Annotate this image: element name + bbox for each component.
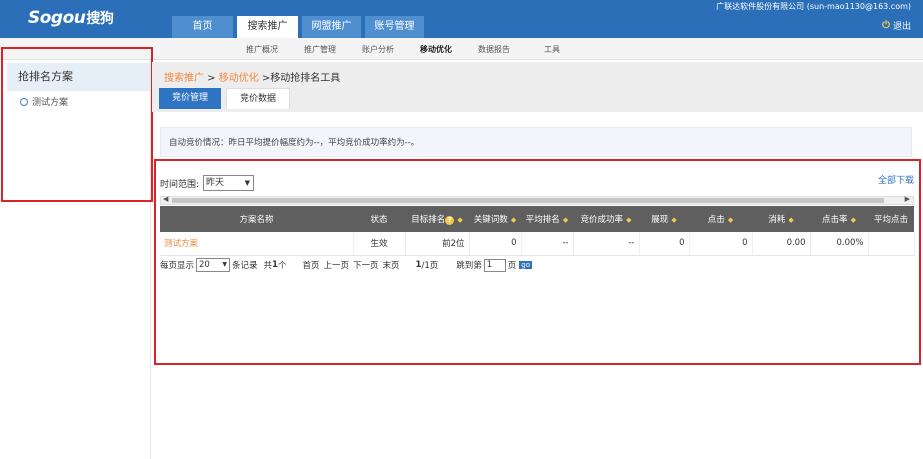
horizontal-scrollbar[interactable]: ◀ ▶ — [160, 195, 914, 205]
go-button[interactable]: go — [519, 261, 533, 269]
page-unit: 页 — [507, 261, 517, 271]
jump-page-input[interactable]: 1 — [483, 258, 506, 272]
cell-bid-success-rate: -- — [573, 232, 640, 256]
time-range-label: 时间范围: — [160, 179, 200, 190]
total-pages: /1页 — [421, 261, 439, 271]
account-info: 广联达软件股份有限公司 (sun-mao1130@163.com) — [716, 2, 911, 11]
help-icon[interactable]: ? — [445, 216, 455, 225]
col-clicks[interactable]: 点击 ◆ — [689, 206, 752, 232]
tab-home[interactable]: 首页 — [172, 16, 233, 38]
sort-icon[interactable]: ◆ — [788, 216, 793, 224]
subnav-management[interactable]: 推广管理 — [304, 44, 336, 55]
scroll-right-icon[interactable]: ▶ — [905, 195, 910, 203]
cell-status: 生效 — [353, 232, 406, 256]
records-label: 条记录 — [232, 261, 258, 271]
sort-icon[interactable]: ◆ — [626, 216, 631, 224]
cell-ctr: 0.00% — [810, 232, 869, 256]
table-header-row: 方案名称 状态 目标排名? ◆ 关键词数 ◆ 平均排名 ◆ 竞价成功率 ◆ 展现 ◆ 点击… — [160, 206, 914, 232]
col-impressions[interactable]: 展现 ◆ — [639, 206, 689, 232]
cell-impressions: 0 — [639, 232, 690, 256]
col-avg-click[interactable]: 平均点击 — [868, 206, 914, 232]
jump-label: 跳到第 — [456, 261, 482, 271]
cell-target-rank: 前2位 — [405, 232, 470, 256]
cell-avg-rank: -- — [521, 232, 574, 256]
col-avg-rank[interactable]: 平均排名 ◆ — [521, 206, 573, 232]
subnav-reports[interactable]: 数据报告 — [478, 44, 510, 55]
per-page-select[interactable]: 20 ▼ — [196, 258, 231, 272]
subnav-mobile-optimize[interactable]: 移动优化 — [420, 44, 452, 55]
logout-button[interactable]: ⏻ 退出 — [882, 19, 911, 32]
main-nav: 首页 搜索推广 网盟推广 账号管理 — [172, 16, 424, 38]
sort-icon[interactable]: ◆ — [728, 216, 733, 224]
tab-bid-data[interactable]: 竞价数据 — [226, 88, 291, 109]
highlight-box-sidebar — [1, 47, 153, 202]
sort-icon[interactable]: ◆ — [851, 216, 856, 224]
sort-icon[interactable]: ◆ — [563, 216, 568, 224]
top-header: Sogou搜狗 首页 搜索推广 网盟推广 账号管理 广联达软件股份有限公司 (s… — [0, 0, 923, 38]
scroll-left-icon[interactable]: ◀ — [163, 195, 168, 203]
cell-plan-name[interactable]: 测试方案 — [160, 232, 354, 256]
col-ctr[interactable]: 点击率 ◆ — [810, 206, 868, 232]
col-status: 状态 — [353, 206, 405, 232]
pagination: 每页显示 20 ▼ 条记录 共1个 首页 上一页 下一页 末页 1/1页 跳到第 … — [160, 258, 533, 272]
time-range-select[interactable]: 昨天 ▼ — [203, 175, 255, 191]
total-suffix: 个 — [277, 261, 287, 271]
scroll-thumb[interactable] — [172, 198, 884, 203]
next-page-link[interactable]: 下一页 — [353, 259, 379, 271]
download-all-link[interactable]: 全部下载 — [878, 173, 914, 186]
col-target-rank[interactable]: 目标排名? ◆ — [405, 206, 469, 232]
subnav-analysis[interactable]: 账户分析 — [362, 44, 394, 55]
last-page-link[interactable]: 末页 — [383, 259, 400, 271]
cell-keyword-count: 0 — [469, 232, 522, 256]
col-keyword-count[interactable]: 关键词数 ◆ — [469, 206, 521, 232]
page-tabs: 竞价管理 竞价数据 — [159, 88, 291, 109]
sort-icon[interactable]: ◆ — [671, 216, 676, 224]
prev-page-link[interactable]: 上一页 — [324, 259, 350, 271]
tab-network-promotion[interactable]: 网盟推广 — [302, 16, 361, 38]
tab-bid-management[interactable]: 竞价管理 — [159, 88, 222, 109]
power-icon: ⏻ — [882, 20, 890, 31]
sogou-logo[interactable]: Sogou搜狗 — [28, 8, 114, 28]
breadcrumb: 搜索推广 > 移动优化 >移动抢排名工具 — [164, 73, 341, 84]
subnav-overview[interactable]: 推广概况 — [246, 44, 278, 55]
crumb-current: 移动抢排名工具 — [270, 73, 341, 84]
auto-bid-info: 自动竞价情况：昨日平均提价幅度约为--，平均竞价成功率约为--。 — [160, 127, 912, 157]
sort-icon[interactable]: ◆ — [457, 216, 462, 224]
col-cost[interactable]: 消耗 ◆ — [752, 206, 810, 232]
cell-avg-click — [868, 232, 915, 256]
tab-account-management[interactable]: 账号管理 — [365, 16, 424, 38]
tab-search-promotion[interactable]: 搜索推广 — [237, 16, 298, 38]
first-page-link[interactable]: 首页 — [302, 259, 319, 271]
subnav-tools[interactable]: 工具 — [544, 44, 560, 55]
total-prefix: 共 — [263, 261, 273, 271]
crumb-search-promotion[interactable]: 搜索推广 — [164, 73, 204, 84]
cell-cost: 0.00 — [752, 232, 811, 256]
sort-icon[interactable]: ◆ — [511, 216, 516, 224]
dropdown-arrow-icon: ▼ — [222, 261, 228, 268]
time-range-filter: 时间范围: 昨天 ▼ — [160, 175, 255, 191]
plan-data-table: 方案名称 状态 目标排名? ◆ 关键词数 ◆ 平均排名 ◆ 竞价成功率 ◆ 展现 ◆ 点击… — [160, 206, 915, 256]
crumb-mobile-optimize[interactable]: 移动优化 — [219, 73, 259, 84]
dropdown-arrow-icon: ▼ — [244, 179, 251, 187]
col-bid-success-rate[interactable]: 竞价成功率 ◆ — [573, 206, 639, 232]
table-row: 测试方案 生效 前2位 0 -- -- 0 0 0.00 0.00% — [160, 232, 915, 256]
per-page-label: 每页显示 — [160, 261, 195, 271]
cell-clicks: 0 — [689, 232, 753, 256]
col-plan-name: 方案名称 — [160, 206, 353, 232]
